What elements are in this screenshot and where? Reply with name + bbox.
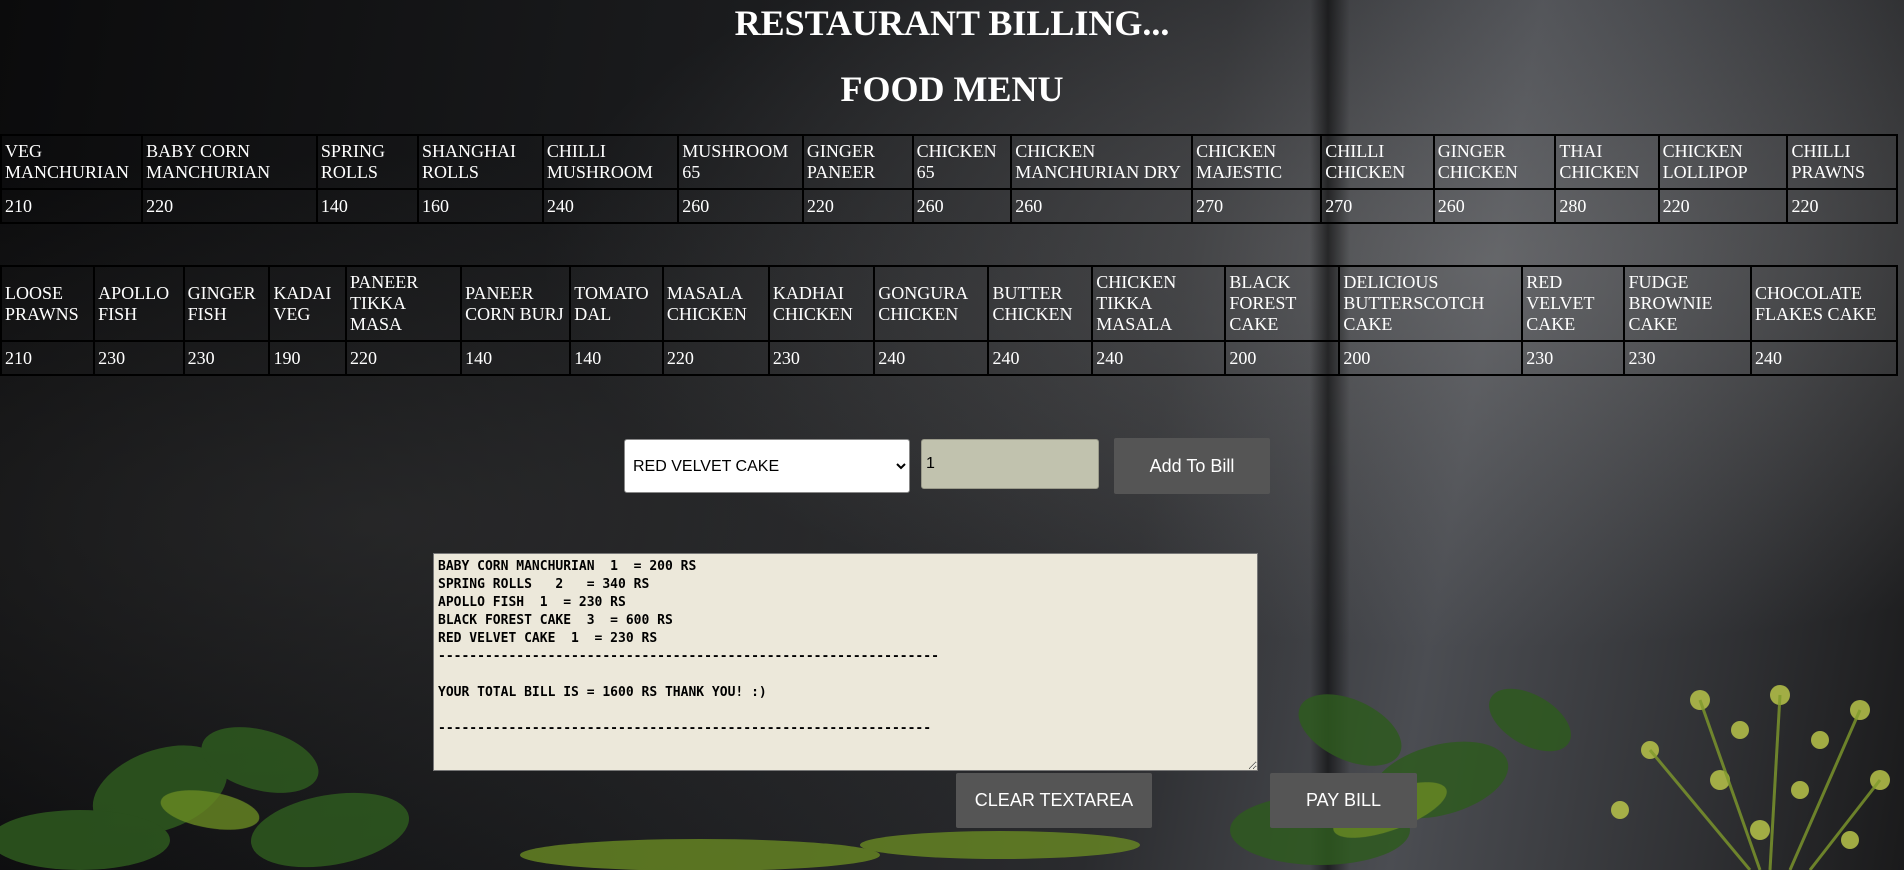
menu-item-name: MASALA CHICKEN — [661, 265, 770, 342]
pay-bill-button[interactable]: PAY BILL — [1270, 773, 1417, 828]
menu-item-price: 190 — [268, 340, 347, 376]
menu-item-price: 240 — [1091, 340, 1227, 376]
menu-item-name: RED VELVET CAKE — [1521, 265, 1626, 342]
menu-item-price: 220 — [344, 340, 463, 376]
menu-item-name: CHILLI MUSHROOM — [541, 134, 680, 190]
menu-item-name: VEG MANCHURIAN — [0, 134, 144, 190]
menu-prices-row: 210 220 140 160 240 260 220 260 260 270 270 260 280 2… — [0, 188, 1898, 224]
page-title: RESTAURANT BILLING... — [734, 3, 1170, 43]
food-menu-table-1: VEG MANCHURIAN BABY CORN MANCHURIAN SPRING… — [0, 134, 1898, 224]
menu-item-price: 220 — [1786, 188, 1898, 224]
menu-item-price: 160 — [416, 188, 544, 224]
menu-item-name: KADHAI CHICKEN — [767, 265, 876, 342]
menu-item-name: DELICIOUS BUTTERSCOTCH CAKE — [1338, 265, 1524, 342]
quantity-input[interactable] — [921, 439, 1099, 489]
menu-item-name: MUSHROOM 65 — [677, 134, 804, 190]
menu-item-price: 140 — [569, 340, 664, 376]
menu-item-price: 240 — [1750, 340, 1898, 376]
menu-item-name: SPRING ROLLS — [315, 134, 419, 190]
menu-item-price: 210 — [0, 188, 144, 224]
menu-item-name: CHICKEN LOLLIPOP — [1657, 134, 1789, 190]
menu-item-name: CHILLI CHICKEN — [1320, 134, 1435, 190]
menu-item-price: 140 — [315, 188, 419, 224]
menu-item-name: PANEER CORN BURJ — [460, 265, 572, 342]
menu-item-name: CHOCOLATE FLAKES CAKE — [1750, 265, 1898, 342]
menu-item-price: 230 — [182, 340, 271, 376]
menu-item-name: LOOSE PRAWNS — [0, 265, 96, 342]
menu-item-price: 260 — [677, 188, 804, 224]
menu-item-price: 230 — [1521, 340, 1626, 376]
menu-item-price: 280 — [1554, 188, 1660, 224]
menu-item-price: 240 — [987, 340, 1094, 376]
menu-item-price: 240 — [541, 188, 680, 224]
menu-item-name: KADAI VEG — [268, 265, 347, 342]
menu-item-name: GINGER CHICKEN — [1432, 134, 1557, 190]
dish-select[interactable]: RED VELVET CAKE — [624, 439, 910, 493]
menu-item-name: CHICKEN TIKKA MASALA — [1091, 265, 1227, 342]
menu-item-price: 240 — [873, 340, 990, 376]
menu-item-name: BUTTER CHICKEN — [987, 265, 1094, 342]
menu-item-name: CHILLI PRAWNS — [1786, 134, 1898, 190]
menu-item-name: GINGER PANEER — [801, 134, 914, 190]
menu-item-price: 200 — [1224, 340, 1341, 376]
menu-item-price: 220 — [141, 188, 318, 224]
menu-item-price: 270 — [1320, 188, 1435, 224]
menu-item-price: 230 — [1623, 340, 1753, 376]
menu-heading: FOOD MENU — [840, 69, 1064, 109]
menu-names-row: VEG MANCHURIAN BABY CORN MANCHURIAN SPRING… — [0, 134, 1898, 190]
menu-item-name: SHANGHAI ROLLS — [416, 134, 544, 190]
menu-item-name: GINGER FISH — [182, 265, 271, 342]
menu-item-name: BLACK FOREST CAKE — [1224, 265, 1341, 342]
menu-item-name: THAI CHICKEN — [1554, 134, 1660, 190]
menu-item-name: APOLLO FISH — [93, 265, 185, 342]
bill-textarea[interactable]: BABY CORN MANCHURIAN 1 = 200 RS SPRING R… — [433, 553, 1258, 771]
menu-item-name: CHICKEN MAJESTIC — [1191, 134, 1323, 190]
menu-item-price: 220 — [1657, 188, 1789, 224]
menu-item-name: GONGURA CHICKEN — [873, 265, 990, 342]
menu-item-name: BABY CORN MANCHURIAN — [141, 134, 318, 190]
menu-item-name: CHICKEN MANCHURIAN DRY — [1010, 134, 1194, 190]
menu-item-price: 270 — [1191, 188, 1323, 224]
menu-item-price: 230 — [767, 340, 876, 376]
menu-item-price: 230 — [93, 340, 185, 376]
add-to-bill-button[interactable]: Add To Bill — [1114, 438, 1270, 494]
menu-item-price: 220 — [661, 340, 770, 376]
menu-item-name: FUDGE BROWNIE CAKE — [1623, 265, 1753, 342]
menu-names-row: LOOSE PRAWNS APOLLO FISH GINGER FISH KADAI … — [0, 265, 1898, 342]
menu-item-price: 200 — [1338, 340, 1524, 376]
menu-item-price: 260 — [1432, 188, 1557, 224]
menu-prices-row: 210 230 230 190 220 140 140 220 230 240 240 240 200 2… — [0, 340, 1898, 376]
menu-item-price: 140 — [460, 340, 572, 376]
menu-item-name: CHICKEN 65 — [911, 134, 1013, 190]
menu-item-price: 260 — [911, 188, 1013, 224]
food-menu-table-2: LOOSE PRAWNS APOLLO FISH GINGER FISH KADAI … — [0, 265, 1898, 376]
menu-item-name: PANEER TIKKA MASA — [344, 265, 463, 342]
menu-item-price: 210 — [0, 340, 96, 376]
menu-item-name: TOMATO DAL — [569, 265, 664, 342]
menu-item-price: 260 — [1010, 188, 1194, 224]
clear-textarea-button[interactable]: CLEAR TEXTAREA — [956, 773, 1152, 828]
menu-item-price: 220 — [801, 188, 914, 224]
